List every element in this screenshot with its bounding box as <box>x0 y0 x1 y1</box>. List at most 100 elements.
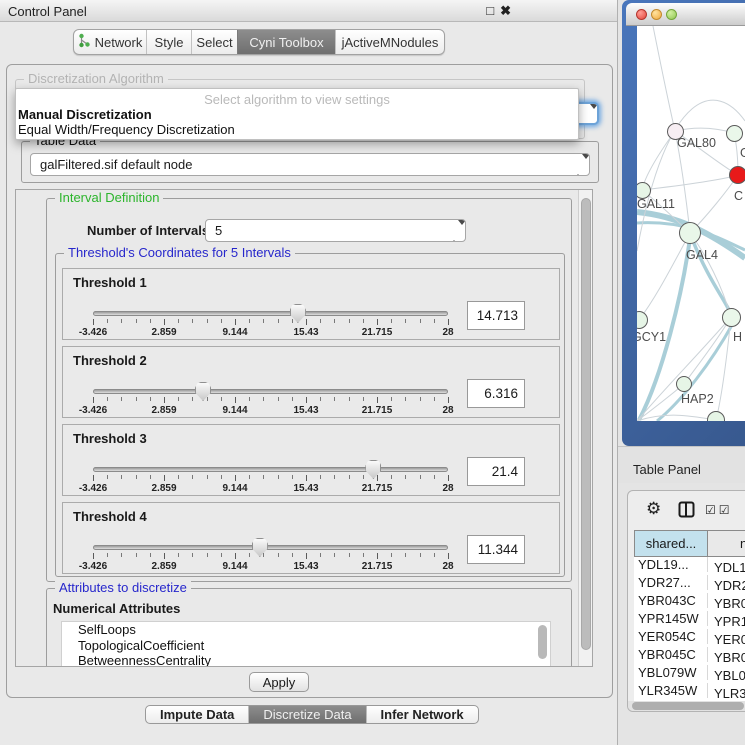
table-row[interactable]: YLR345WYLR3 <box>634 683 745 701</box>
tick-mark <box>207 319 208 323</box>
threshold-3-slider[interactable]: -3.4262.8599.14415.4321.71528 <box>93 459 448 495</box>
tab-discretize-data[interactable]: Discretize Data <box>248 706 365 723</box>
network-node-gal11[interactable] <box>637 182 651 199</box>
float-window-icon[interactable]: □ <box>486 3 500 18</box>
threshold-3-panel: Threshold 3 -3.4262.8599.14415.4321.7152… <box>62 424 560 496</box>
tick-mark <box>448 553 449 559</box>
cell[interactable]: YBR0 <box>708 596 745 611</box>
settings-vertical-scrollbar[interactable] <box>578 190 593 666</box>
number-of-intervals-combobox[interactable]: 5 <box>205 219 466 242</box>
tick-mark <box>320 319 321 323</box>
dropdown-item-manual-discretization[interactable]: Manual Discretization <box>16 107 578 122</box>
close-traffic-light[interactable] <box>636 9 647 20</box>
list-item[interactable]: TopologicalCoefficient <box>62 638 550 654</box>
network-node-h[interactable] <box>722 308 741 327</box>
tick-mark <box>178 553 179 557</box>
table-row[interactable]: YER054CYER0 <box>634 629 745 647</box>
cell[interactable]: YDL1 <box>708 560 745 575</box>
threshold-3-value-field[interactable]: 21.4 <box>467 457 525 486</box>
cell[interactable]: YPR1 <box>708 614 745 629</box>
cell[interactable]: YBR0 <box>708 650 745 665</box>
network-node-gal4[interactable] <box>679 222 701 244</box>
tab-style[interactable]: Style <box>146 30 191 54</box>
cell[interactable]: YBR043C <box>634 593 708 608</box>
column-layout-icon[interactable] <box>678 501 695 521</box>
threshold-1-value-field[interactable]: 14.713 <box>467 301 525 330</box>
threshold-4-slider[interactable]: -3.4262.8599.14415.4321.71528 <box>93 537 448 573</box>
slider-track[interactable] <box>93 389 448 394</box>
threshold-2-slider[interactable]: -3.4262.8599.14415.4321.71528 <box>93 381 448 417</box>
tab-select[interactable]: Select <box>191 30 237 54</box>
tick-mark <box>306 397 307 403</box>
cell[interactable]: YDL19... <box>634 557 708 572</box>
list-item[interactable]: SelfLoops <box>62 622 550 638</box>
number-of-intervals-label: Number of Intervals <box>87 223 209 238</box>
cell[interactable]: YDR2 <box>708 578 745 593</box>
network-canvas[interactable]: GAL80GACGAL11GAL4GCY1HHAP2 <box>637 26 745 421</box>
slider-track[interactable] <box>93 467 448 472</box>
tick-mark <box>377 319 378 325</box>
tick-mark <box>235 319 236 325</box>
threshold-4-value-field[interactable]: 11.344 <box>467 535 525 564</box>
close-icon[interactable]: ✖ <box>500 3 517 18</box>
network-window-titlebar[interactable] <box>626 3 745 26</box>
threshold-2-label: Threshold 2 <box>73 353 147 368</box>
table-row[interactable]: YDR27...YDR2 <box>634 575 745 593</box>
zoom-traffic-light[interactable] <box>666 9 677 20</box>
scrollbar-thumb[interactable] <box>581 198 591 650</box>
cell[interactable]: YDR27... <box>634 575 708 590</box>
slider-track[interactable] <box>93 545 448 550</box>
list-scrollbar-thumb[interactable] <box>538 625 547 659</box>
tick-label: -3.426 <box>79 561 107 572</box>
tab-discretize-data-label: Discretize Data <box>263 707 351 722</box>
cell[interactable]: YBR045C <box>634 647 708 662</box>
list-item[interactable]: BetweennessCentrality <box>62 653 550 667</box>
tab-jactivemnodules[interactable]: jActiveMNodules <box>335 30 444 54</box>
tick-mark <box>263 475 264 479</box>
table-row[interactable]: YBR045CYBR0 <box>634 647 745 665</box>
tab-impute-data[interactable]: Impute Data <box>146 706 248 723</box>
cell[interactable]: YER054C <box>634 629 708 644</box>
apply-button[interactable]: Apply <box>249 672 309 692</box>
tick-mark <box>136 319 137 323</box>
tick-mark <box>207 553 208 557</box>
tick-mark <box>363 397 364 401</box>
slider-track[interactable] <box>93 311 448 316</box>
tick-label: 21.715 <box>362 561 393 572</box>
dropdown-hint: Select algorithm to view settings <box>16 89 578 107</box>
network-node-ga[interactable] <box>726 125 743 142</box>
select-columns-checkbox-icons[interactable]: ☑☑ <box>705 503 733 517</box>
table-row[interactable]: YPR145WYPR1 <box>634 611 745 629</box>
table-row[interactable]: YBR043CYBR0 <box>634 593 745 611</box>
network-node-hap2[interactable] <box>676 376 692 392</box>
threshold-2-value-field[interactable]: 6.316 <box>467 379 525 408</box>
scrollbar-thumb[interactable] <box>632 702 744 710</box>
tab-network[interactable]: Network <box>74 30 146 54</box>
minimize-traffic-light[interactable] <box>651 9 662 20</box>
cell[interactable]: YER0 <box>708 632 745 647</box>
column-header-name[interactable]: na <box>708 530 745 557</box>
table-row[interactable]: YBL079WYBL0 <box>634 665 745 683</box>
cell[interactable]: YBL079W <box>634 665 708 680</box>
table-data-combobox[interactable]: galFiltered.sif default node <box>30 153 590 176</box>
network-node-c[interactable] <box>729 166 745 184</box>
tick-mark <box>93 397 94 403</box>
table-row[interactable]: YDL19...YDL1 <box>634 557 745 575</box>
table-horizontal-scrollbar[interactable] <box>628 701 745 711</box>
threshold-1-slider[interactable]: -3.4262.8599.14415.4321.71528 <box>93 303 448 339</box>
dropdown-item-equal-width-frequency[interactable]: Equal Width/Frequency Discretization <box>16 122 578 137</box>
table-rows: YDL19...YDL1 YDR27...YDR2 YBR043CYBR0 YP… <box>634 557 745 701</box>
gear-icon[interactable]: ⚙ <box>646 499 661 519</box>
tab-cyni-toolbox[interactable]: Cyni Toolbox <box>237 30 335 54</box>
cell[interactable]: YLR3 <box>708 686 745 701</box>
cell[interactable]: YBL0 <box>708 668 745 683</box>
tick-label: 9.144 <box>222 483 247 494</box>
cell[interactable]: YLR345W <box>634 683 708 698</box>
app-root: Control Panel □✖ Network Style <box>0 0 745 745</box>
tab-infer-network[interactable]: Infer Network <box>366 706 478 723</box>
cell[interactable]: YPR145W <box>634 611 708 626</box>
tick-mark <box>207 475 208 479</box>
tick-mark <box>235 553 236 559</box>
column-header-shared-name[interactable]: shared... <box>634 530 708 557</box>
tick-mark <box>207 397 208 401</box>
